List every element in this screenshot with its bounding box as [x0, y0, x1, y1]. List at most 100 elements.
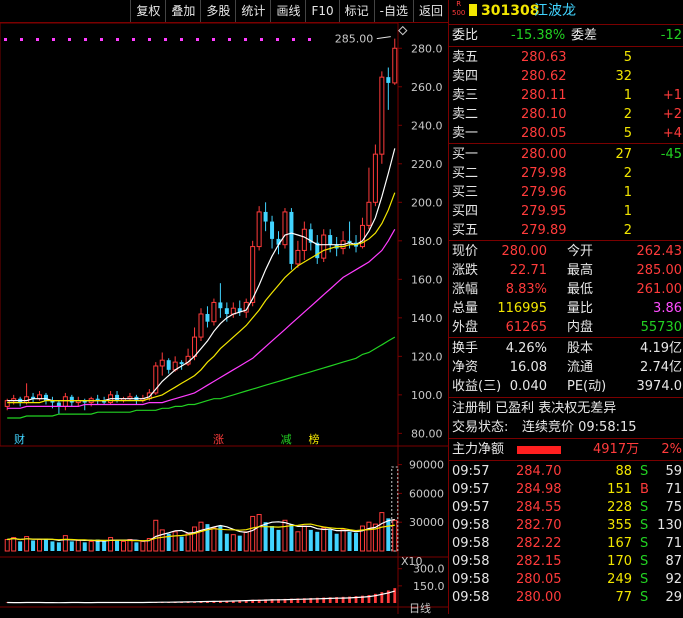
bids-row-0[interactable]: 买一 280.00 27 -45	[449, 146, 683, 164]
quote-value: 55730	[640, 320, 682, 335]
net-flow-row[interactable]: 主力净额 4917万 2%	[449, 441, 683, 459]
volume-bar	[140, 540, 146, 552]
toolbar-button-8[interactable]: 返回	[412, 0, 448, 22]
candle-body[interactable]	[379, 76, 385, 155]
kline-chart-area[interactable]: 280.0 260.0 240.0 220.0 200.0 180.0 160.0 140.0…	[0, 22, 448, 615]
candle-body[interactable]	[250, 246, 256, 303]
ma-fast-line	[7, 148, 396, 402]
candle-body[interactable]	[295, 249, 301, 265]
net-flow-bar	[517, 446, 561, 454]
candle-body[interactable]	[218, 302, 223, 309]
toolbar-button-1[interactable]: 叠加	[165, 0, 200, 22]
limit-marker	[260, 38, 263, 41]
tick-time: 09:58	[452, 554, 490, 569]
tick-time: 09:58	[452, 518, 490, 533]
candle-body[interactable]	[159, 359, 165, 367]
candle-body[interactable]	[179, 362, 184, 365]
asks-row-3[interactable]: 卖二 280.10 2 +2	[449, 106, 683, 124]
candle-body[interactable]	[205, 313, 210, 322]
toolbar-button-4[interactable]: 画线	[270, 0, 305, 22]
candle-body[interactable]	[366, 201, 372, 226]
asks-volume: 32	[615, 69, 632, 84]
toolbar-button-5[interactable]: F10	[305, 0, 338, 22]
tick-row[interactable]: 09:58 282.70 355 S 130	[449, 517, 683, 535]
tick-row[interactable]: 09:58 282.22 167 S 71	[449, 535, 683, 553]
price-axis-label: 260.0	[411, 81, 443, 94]
candle-body[interactable]	[372, 153, 378, 203]
bids-row-4[interactable]: 买五 279.89 2	[449, 222, 683, 240]
candle-body[interactable]	[328, 235, 333, 245]
candle-body[interactable]	[263, 211, 268, 222]
toolbar-button-2[interactable]: 多股	[200, 0, 235, 22]
candle-body[interactable]	[211, 301, 217, 323]
tick-count: 59	[665, 464, 682, 479]
volume-bar	[50, 541, 55, 551]
tick-time: 09:58	[452, 590, 490, 605]
candle-body[interactable]	[69, 396, 74, 403]
event-marker-2[interactable]: 减	[281, 433, 292, 446]
candle-body[interactable]	[115, 394, 120, 401]
bids-volume: 2	[623, 166, 632, 181]
asks-row-2[interactable]: 卖三 280.11 1 +1	[449, 87, 683, 105]
candle-body[interactable]	[256, 211, 262, 248]
divider	[449, 240, 683, 241]
volume-axis-label: 60000	[409, 487, 444, 500]
candle-body[interactable]	[192, 336, 198, 357]
toolbar-button-7[interactable]: -自选	[373, 0, 413, 22]
bids-row-2[interactable]: 买三 279.96 1	[449, 184, 683, 202]
trade-status-value: 连续竞价 09:58:15	[522, 420, 637, 435]
quote-value: 280.00	[501, 244, 548, 259]
candle-body[interactable]	[301, 228, 307, 251]
commission-diff-label: 委差	[571, 28, 598, 43]
tick-row[interactable]: 09:58 280.05 249 S 92	[449, 571, 683, 589]
candle-body[interactable]	[321, 234, 327, 259]
event-marker-1[interactable]: 涨	[213, 433, 224, 446]
tick-row[interactable]: 09:57 284.55 228 S 75	[449, 499, 683, 517]
kline-chart-svg[interactable]: 280.0 260.0 240.0 220.0 200.0 180.0 160.0 140.0…	[0, 22, 448, 615]
candle-body[interactable]	[392, 47, 398, 84]
toolbar-button-6[interactable]: 标记	[338, 0, 374, 22]
candle-body[interactable]	[166, 360, 171, 370]
toolbar-button-0[interactable]: 复权	[130, 0, 165, 22]
candle-body[interactable]	[198, 313, 204, 338]
tick-row[interactable]: 09:57 284.98 151 B 71	[449, 481, 683, 499]
toolbar-button-3[interactable]: 统计	[235, 0, 270, 22]
event-marker-0[interactable]: 财	[14, 432, 25, 446]
bids-row-3[interactable]: 买四 279.95 1	[449, 203, 683, 221]
tick-row[interactable]: 09:58 282.15 170 S 87	[449, 553, 683, 571]
candle-body[interactable]	[386, 77, 391, 83]
asks-price: 280.05	[521, 126, 567, 141]
tick-row[interactable]: 09:57 284.70 88 S 59	[449, 463, 683, 481]
asks-volume: 5	[623, 126, 632, 141]
quote-value: 285.00	[636, 263, 683, 278]
asks-change: +1	[662, 88, 682, 103]
price-axis-label: 140.0	[411, 312, 443, 325]
candle-body[interactable]	[4, 400, 10, 407]
asks-row-4[interactable]: 卖一 280.05 5 +4	[449, 125, 683, 143]
tick-side: B	[640, 482, 649, 497]
volume-bar	[75, 539, 81, 552]
asks-row-0[interactable]: 卖五 280.63 5	[449, 49, 683, 67]
divider	[449, 397, 683, 398]
bids-price: 280.00	[521, 147, 567, 162]
divider	[449, 143, 683, 144]
price-axis-label: 160.0	[411, 273, 443, 286]
candle-body[interactable]	[62, 396, 68, 407]
bids-row-1[interactable]: 买二 279.98 2	[449, 165, 683, 183]
price-axis-label: 200.0	[411, 196, 443, 209]
candle-body[interactable]	[282, 211, 288, 246]
fundamental-row-1: 净资 16.08 流通 2.74亿	[449, 359, 683, 377]
candle-body[interactable]	[224, 308, 229, 314]
asks-row-1[interactable]: 卖四 280.62 32	[449, 68, 683, 86]
candle-body[interactable]	[43, 394, 48, 401]
trade-status-row: 交易状态: 连续竞价 09:58:15	[449, 419, 683, 437]
volume-bar	[69, 541, 74, 551]
volume-bar	[108, 537, 114, 552]
tick-row[interactable]: 09:58 280.00 77 S 29	[449, 589, 683, 607]
candle-body[interactable]	[270, 221, 275, 239]
candle-body[interactable]	[289, 211, 294, 264]
event-marker-3[interactable]: 榜	[308, 432, 319, 446]
tick-time: 09:57	[452, 464, 490, 479]
volume-bar	[315, 531, 320, 551]
volume-bar	[31, 540, 36, 551]
